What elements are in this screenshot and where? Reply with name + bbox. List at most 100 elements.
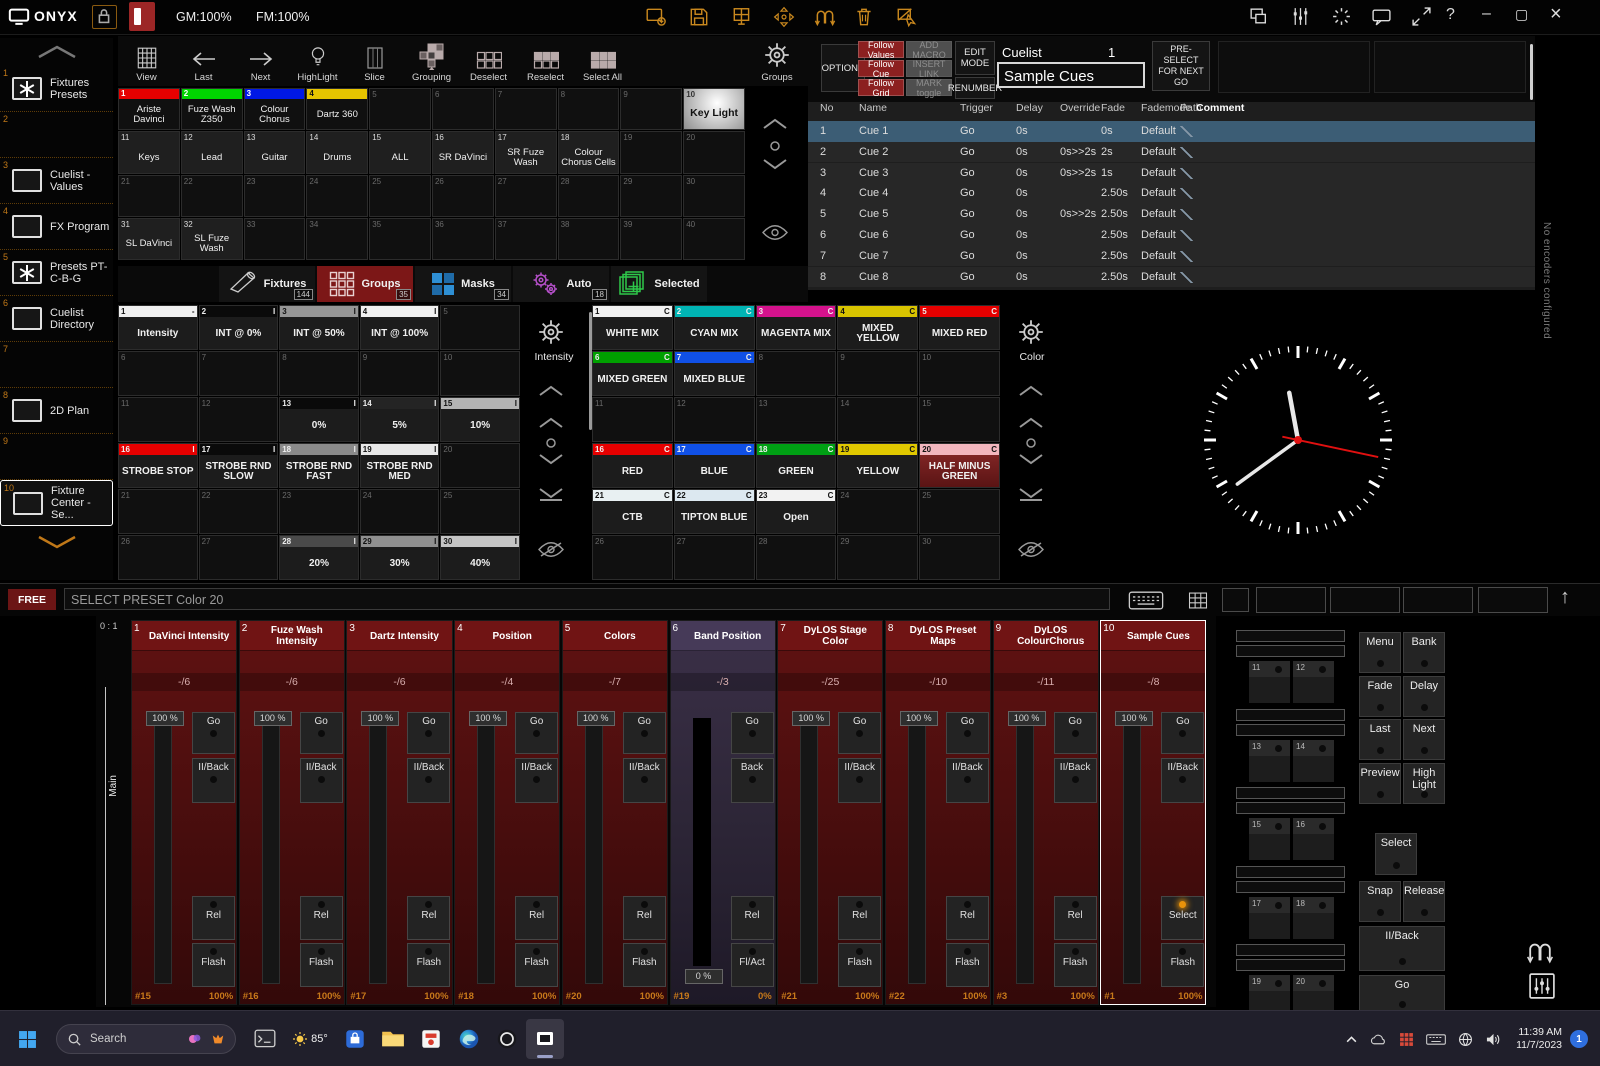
cuelist-number[interactable]: 1 bbox=[1108, 45, 1115, 60]
fader-track[interactable] bbox=[800, 721, 818, 984]
preview-eye-icon[interactable] bbox=[761, 224, 789, 241]
app-record[interactable] bbox=[488, 1019, 526, 1059]
preset-cell-13[interactable]: 13I0% bbox=[279, 397, 359, 442]
fader-track[interactable] bbox=[1016, 721, 1034, 984]
preset-cell-19[interactable]: 19CYELLOW bbox=[837, 443, 918, 488]
bank-button-17[interactable]: 17 bbox=[1249, 897, 1290, 939]
grid-scroll-dot-icon[interactable] bbox=[769, 140, 781, 152]
preset-cell-1[interactable]: 1CWHITE MIX bbox=[592, 305, 673, 350]
preset-cell-10[interactable]: 10 bbox=[440, 351, 520, 396]
bank-display-bar[interactable] bbox=[1236, 866, 1345, 878]
rail-center-icon[interactable] bbox=[1025, 437, 1037, 449]
control-button-menu[interactable]: Menu bbox=[1359, 632, 1401, 673]
group-cell-25[interactable]: 25 bbox=[369, 175, 431, 217]
control-button-snap[interactable]: Snap bbox=[1359, 881, 1401, 922]
strip-button-ii-back[interactable]: II/Back bbox=[623, 758, 666, 803]
search-input[interactable]: Search bbox=[56, 1024, 236, 1054]
strip-button-ii-back[interactable]: II/Back bbox=[300, 758, 343, 803]
control-button-go[interactable]: Go bbox=[1359, 975, 1445, 1014]
group-cell-28[interactable]: 28 bbox=[558, 175, 620, 217]
preset-cell-4[interactable]: 4IINT @ 100% bbox=[360, 305, 440, 350]
cue-row-8[interactable]: 8Cue 8Go0s2.50sDefault bbox=[808, 267, 1535, 288]
group-cell-39[interactable]: 39 bbox=[620, 218, 682, 260]
group-cell-36[interactable]: 36 bbox=[432, 218, 494, 260]
rail-eye-off-icon[interactable] bbox=[537, 541, 565, 558]
bank-display-bar[interactable] bbox=[1236, 959, 1345, 971]
preset-cell-3[interactable]: 3IINT @ 50% bbox=[279, 305, 359, 350]
strip-button-select[interactable]: Select bbox=[1161, 896, 1204, 940]
group-cell-24[interactable]: 24 bbox=[306, 175, 368, 217]
cue-row-1[interactable]: 1Cue 1Go0s0sDefault bbox=[808, 121, 1535, 142]
tray-volume-icon[interactable] bbox=[1485, 1032, 1502, 1047]
strip-button-rel[interactable]: Rel bbox=[192, 896, 235, 940]
preset-cell-6[interactable]: 6 bbox=[118, 351, 198, 396]
preset-cell-27[interactable]: 27 bbox=[674, 535, 755, 580]
strip-button-go[interactable]: Go bbox=[623, 712, 666, 754]
grid-scroll-up-icon[interactable] bbox=[762, 118, 788, 130]
group-cell-32[interactable]: 32SL Fuze Wash bbox=[181, 218, 243, 260]
strip-button-ii-back[interactable]: II/Back bbox=[192, 758, 235, 803]
follow-button-0[interactable]: Follow Values bbox=[858, 41, 904, 58]
group-cell-15[interactable]: 15ALL bbox=[369, 131, 431, 173]
strip-header[interactable]: 4Position bbox=[455, 621, 559, 651]
group-cell-4[interactable]: 4Dartz 360 bbox=[306, 88, 368, 130]
fader-track[interactable] bbox=[693, 718, 711, 966]
tab-auto[interactable]: Auto18 bbox=[513, 266, 609, 302]
strip-header[interactable]: 5Colors bbox=[563, 621, 667, 651]
group-cell-3[interactable]: 3Colour Chorus bbox=[244, 88, 306, 130]
strip-button-fl-act[interactable]: Fl/Act bbox=[731, 943, 774, 987]
group-cell-13[interactable]: 13Guitar bbox=[244, 131, 306, 173]
renumber-button[interactable]: RENUMBER bbox=[955, 77, 995, 99]
app-store[interactable] bbox=[336, 1019, 374, 1059]
app-terminal[interactable] bbox=[246, 1019, 284, 1059]
tray-cloud-icon[interactable] bbox=[1370, 1033, 1387, 1046]
strip-button-rel[interactable]: Rel bbox=[838, 896, 881, 940]
strip-button-rel[interactable]: Rel bbox=[623, 896, 666, 940]
gear-icon[interactable] bbox=[536, 317, 566, 347]
preset-cell-12[interactable]: 12 bbox=[674, 397, 755, 442]
strip-button-ii-back[interactable]: II/Back bbox=[838, 758, 881, 803]
control-button-bank[interactable]: Bank bbox=[1403, 632, 1445, 673]
cue-row-6[interactable]: 6Cue 6Go0s2.50sDefault bbox=[808, 225, 1535, 246]
fader-track[interactable] bbox=[585, 721, 603, 984]
help-button[interactable]: ? bbox=[1446, 6, 1455, 24]
rail-center-icon[interactable] bbox=[545, 437, 557, 449]
cue-row-3[interactable]: 3Cue 3Go0s0s>>2s1sDefault bbox=[808, 163, 1535, 184]
keyboard-icon[interactable] bbox=[1128, 591, 1164, 610]
app-media[interactable] bbox=[412, 1019, 450, 1059]
toolbar-button-deselect[interactable]: Deselect bbox=[460, 36, 517, 86]
strip-button-flash[interactable]: Flash bbox=[1161, 943, 1204, 987]
strip-button-ii-back[interactable]: II/Back bbox=[407, 758, 450, 803]
tray-keyboard-icon[interactable] bbox=[1426, 1033, 1446, 1046]
fader-value[interactable]: 100 % bbox=[361, 711, 399, 726]
cue-row-5[interactable]: 5Cue 5Go0s0s>>2s2.50sDefault bbox=[808, 204, 1535, 225]
screen-add-icon[interactable] bbox=[645, 6, 667, 28]
strip-header[interactable]: 10Sample Cues bbox=[1101, 621, 1205, 651]
fader-value[interactable]: 100 % bbox=[469, 711, 507, 726]
rail-step-up-icon[interactable] bbox=[538, 417, 564, 429]
grid-view-icon[interactable] bbox=[1188, 592, 1208, 609]
preset-cell-21[interactable]: 21 bbox=[118, 489, 198, 534]
sidebar-item-cuelist-values[interactable]: 3Cuelist - Values bbox=[0, 158, 113, 204]
preset-cell-10[interactable]: 10 bbox=[919, 351, 1000, 396]
fader-value[interactable]: 100 % bbox=[900, 711, 938, 726]
command-slot[interactable] bbox=[1330, 587, 1400, 613]
fader-track[interactable] bbox=[262, 721, 280, 984]
strip-button-ii-back[interactable]: II/Back bbox=[1161, 758, 1204, 803]
windows-stack-icon[interactable] bbox=[1248, 6, 1269, 27]
app-weather[interactable]: 85° bbox=[284, 1019, 336, 1059]
sidebar-item-empty-9[interactable]: 9 bbox=[0, 434, 113, 480]
fader-value[interactable]: 100 % bbox=[254, 711, 292, 726]
expand-up-arrow[interactable]: ↑ bbox=[1560, 586, 1570, 609]
preset-cell-16[interactable]: 16CRED bbox=[592, 443, 673, 488]
control-button-last[interactable]: Last bbox=[1359, 719, 1401, 760]
preset-cell-14[interactable]: 14I5% bbox=[360, 397, 440, 442]
sidebar-item-empty-2[interactable]: 2 bbox=[0, 112, 113, 158]
tray-clock[interactable]: 11:39 AM 11/7/2023 bbox=[1516, 1026, 1562, 1052]
macro-button-2[interactable]: MARK toggle bbox=[906, 79, 952, 96]
strip-button-flash[interactable]: Flash bbox=[838, 943, 881, 987]
bank-display-bar[interactable] bbox=[1236, 787, 1345, 799]
free-mode-button[interactable]: FREE bbox=[8, 589, 56, 610]
start-button[interactable] bbox=[8, 1019, 46, 1059]
preset-cell-21[interactable]: 21CCTB bbox=[592, 489, 673, 534]
